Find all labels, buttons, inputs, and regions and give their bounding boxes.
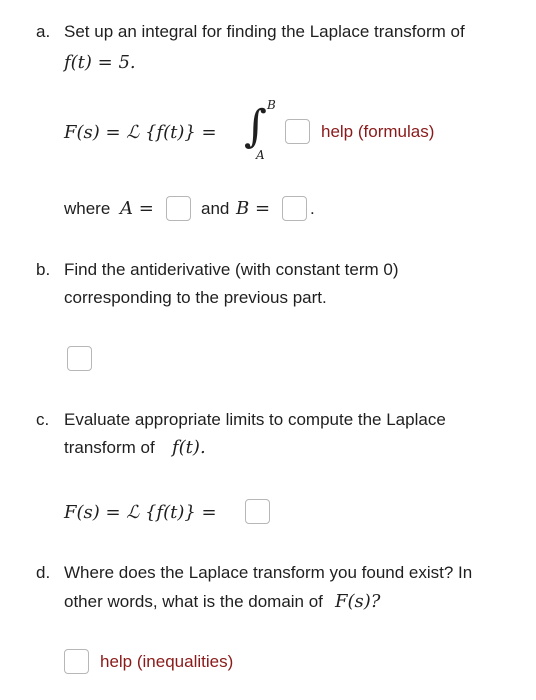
part-b-question-line1: Find the antiderivative (with constant t…: [64, 260, 399, 279]
help-formulas-link[interactable]: help (formulas): [321, 122, 434, 142]
part-a-function: f(t) = 5.: [64, 52, 136, 73]
part-d-question-func: F(s)?: [335, 591, 381, 612]
a-equals-label: A =: [120, 198, 154, 219]
part-d-question-line1: Where does the Laplace transform you fou…: [64, 563, 473, 582]
part-a-label: a.: [36, 22, 51, 41]
part-d-label: d.: [36, 563, 51, 582]
integral-sign: ∫: [244, 101, 267, 152]
part-d-question-line2: other words, what is the domain of: [64, 592, 323, 611]
integral-lower-limit: A: [256, 148, 265, 162]
b-equals-label: B =: [236, 198, 271, 219]
period: .: [310, 199, 315, 218]
laplace-transform-input[interactable]: [245, 499, 270, 524]
help-inequalities-link[interactable]: help (inequalities): [100, 652, 233, 672]
part-b-label: b.: [36, 260, 51, 279]
part-c-question-line1: Evaluate appropriate limits to compute t…: [64, 410, 446, 429]
and-label: and: [201, 199, 230, 218]
part-c-formula-lhs: F(s) = ℒ {f(t)} =: [64, 502, 217, 523]
integrand-input[interactable]: [285, 119, 310, 144]
part-a-formula-lhs: F(s) = ℒ {f(t)} =: [64, 122, 217, 143]
part-c-label: c.: [36, 410, 50, 429]
part-a-question-line1: Set up an integral for finding the Lapla…: [64, 22, 465, 41]
lower-limit-a-input[interactable]: [166, 196, 191, 221]
part-c-question-func: f(t).: [172, 437, 206, 458]
part-b-question-line2: corresponding to the previous part.: [64, 288, 327, 307]
domain-input[interactable]: [64, 649, 89, 674]
where-label: where: [64, 199, 111, 218]
integral-upper-limit: B: [267, 98, 276, 112]
antiderivative-input[interactable]: [67, 346, 92, 371]
part-c-question-line2: transform of: [64, 438, 155, 457]
upper-limit-b-input[interactable]: [282, 196, 307, 221]
